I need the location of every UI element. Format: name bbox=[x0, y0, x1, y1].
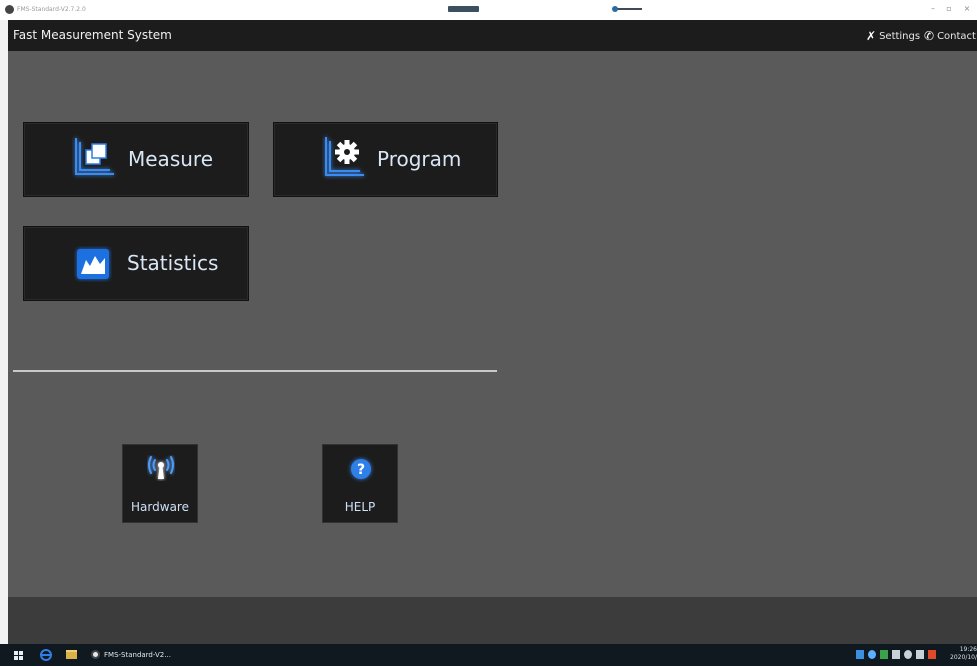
tray-volume-icon[interactable] bbox=[892, 650, 900, 659]
restore-button[interactable]: ▫ bbox=[942, 4, 956, 13]
statistics-chart-icon bbox=[77, 249, 109, 279]
app-icon bbox=[5, 5, 14, 14]
app-title: Fast Measurement System bbox=[13, 28, 172, 42]
taskbar-app-item[interactable]: FMS-Standard-V2... bbox=[91, 650, 171, 659]
help-button[interactable]: ? HELP bbox=[322, 444, 398, 523]
app-footer-bar bbox=[8, 597, 977, 644]
program-label: Program bbox=[377, 147, 462, 171]
system-tray bbox=[856, 650, 936, 659]
close-button[interactable]: × bbox=[960, 4, 974, 13]
tray-battery-icon[interactable] bbox=[880, 650, 888, 659]
statistics-tile[interactable]: Statistics bbox=[23, 226, 249, 301]
taskbar-app-label: FMS-Standard-V2... bbox=[104, 650, 171, 659]
contact-us-link[interactable]: ✆ Contact us bbox=[924, 29, 977, 43]
help-label: HELP bbox=[344, 500, 376, 514]
titlebar-control-bar[interactable] bbox=[448, 6, 479, 12]
settings-label: Settings bbox=[879, 30, 921, 42]
tray-shield-icon[interactable] bbox=[868, 650, 876, 659]
fms-app-icon bbox=[91, 650, 100, 659]
tray-app-icon[interactable] bbox=[928, 650, 936, 659]
window-title: FMS-Standard-V2.7.2.0 bbox=[17, 6, 86, 13]
measure-icon bbox=[75, 138, 114, 175]
antenna-icon bbox=[148, 456, 174, 479]
file-explorer-icon[interactable] bbox=[66, 650, 77, 659]
windows-start-icon[interactable] bbox=[14, 651, 23, 660]
tray-globe-icon[interactable] bbox=[904, 650, 912, 659]
phone-icon: ✆ bbox=[924, 29, 935, 43]
clock-time: 19:26 bbox=[959, 646, 977, 653]
settings-link[interactable]: ✗ Settings bbox=[866, 29, 920, 43]
tray-network-icon[interactable] bbox=[856, 650, 864, 659]
slider-track bbox=[616, 8, 642, 10]
svg-text:?: ? bbox=[357, 462, 365, 478]
app-header: Fast Measurement System ✗ Settings ✆ Con… bbox=[8, 20, 977, 51]
os-taskbar: FMS-Standard-V2... 19:26 2020/10/ bbox=[0, 644, 977, 666]
hardware-label: Hardware bbox=[131, 500, 189, 514]
measure-label: Measure bbox=[128, 147, 213, 171]
slider-knob[interactable] bbox=[612, 6, 618, 12]
program-tile[interactable]: Program bbox=[273, 122, 498, 197]
window-left-edge bbox=[0, 20, 8, 644]
hardware-button[interactable]: Hardware bbox=[122, 444, 198, 523]
measure-tile[interactable]: Measure bbox=[23, 122, 249, 197]
question-icon: ? bbox=[351, 459, 371, 479]
scissors-icon: ✗ bbox=[866, 29, 877, 43]
browser-icon[interactable] bbox=[40, 649, 52, 661]
titlebar-slider[interactable] bbox=[612, 6, 642, 12]
app-window: Fast Measurement System ✗ Settings ✆ Con… bbox=[8, 20, 977, 644]
taskbar-clock[interactable]: 19:26 2020/10/ bbox=[947, 646, 977, 662]
clock-date: 2020/10/ bbox=[950, 654, 977, 661]
minimize-button[interactable]: – bbox=[926, 4, 940, 13]
statistics-label: Statistics bbox=[127, 251, 219, 275]
window-titlebar: FMS-Standard-V2.7.2.0 – ▫ × bbox=[0, 0, 977, 20]
section-divider bbox=[13, 370, 497, 372]
tray-settings-icon[interactable] bbox=[916, 650, 924, 659]
program-gear-icon bbox=[325, 137, 364, 176]
contact-label: Contact us bbox=[937, 30, 977, 42]
